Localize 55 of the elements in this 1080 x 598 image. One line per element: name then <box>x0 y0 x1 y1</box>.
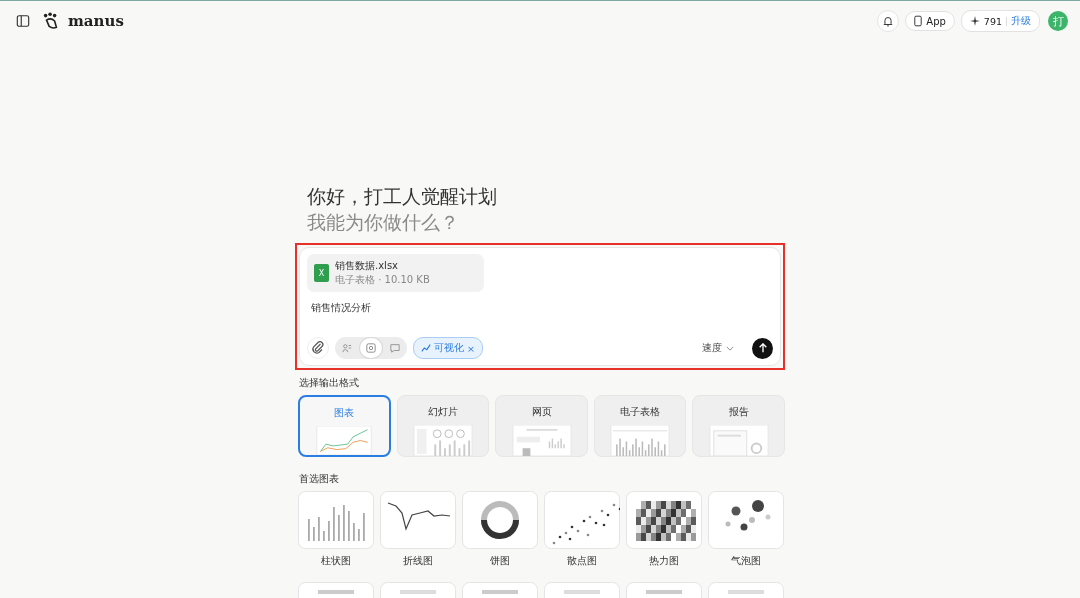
section-title: 选择输出格式 <box>299 377 360 390</box>
format-label: 幻灯片 <box>427 406 458 419</box>
chart-type-label: 饼图 <box>490 555 510 568</box>
phone-icon <box>914 15 923 27</box>
format-card[interactable]: 幻灯片 <box>396 395 490 457</box>
format-card[interactable]: 图表 <box>298 395 391 457</box>
format-card[interactable]: 网页 <box>495 395 588 457</box>
paw-logo-icon <box>42 12 60 30</box>
chart-type-label: 柱状图 <box>321 555 351 568</box>
format-preview-drawing <box>314 426 375 455</box>
arrow-up-icon <box>757 343 768 353</box>
chart-type-label: 热力图 <box>649 555 679 568</box>
chart-preview-drawing[interactable] <box>708 491 784 549</box>
format-label: 电子表格 <box>620 406 661 419</box>
sidebar-toggle-icon[interactable] <box>16 14 30 28</box>
mode-toggle[interactable] <box>360 338 382 358</box>
chevron-down-icon <box>726 345 734 351</box>
upgrade-link[interactable]: 升级 <box>1011 14 1031 28</box>
app-button[interactable]: App <box>905 11 955 31</box>
format-label: 网页 <box>531 406 552 419</box>
format-label: 图表 <box>334 407 355 420</box>
chat-icon <box>390 343 400 353</box>
format-preview-drawing <box>708 425 769 456</box>
chart-type-label: 气泡图 <box>731 555 761 568</box>
chart-type-label: 折线图 <box>403 555 433 568</box>
send-button[interactable] <box>752 337 773 359</box>
file-meta: 电子表格 · 10.10 KB <box>335 273 430 287</box>
format-preview-drawing <box>610 425 671 456</box>
greeting-subtitle: 我能为你做什么？ <box>307 210 460 235</box>
credits-pill[interactable]: 791 升级 <box>960 10 1040 32</box>
chart-preview-drawing[interactable] <box>462 491 538 549</box>
visualize-chip[interactable]: 可视化 × <box>413 337 483 359</box>
chip-remove[interactable]: × <box>467 342 475 354</box>
credits-count: 791 <box>983 15 1002 27</box>
format-card[interactable]: 报告 <box>692 395 785 457</box>
format-label: 报告 <box>728 406 749 419</box>
greeting-title: 你好，打工人觉醒计划 <box>307 184 498 209</box>
format-card[interactable]: 电子表格 <box>593 395 687 457</box>
spreadsheet-file-icon: X <box>314 264 329 282</box>
sparkle-icon <box>969 16 980 26</box>
chart-type-label: 散点图 <box>567 555 597 568</box>
prompt-input[interactable]: 销售情况分析 <box>307 292 773 337</box>
format-preview-drawing <box>511 425 572 456</box>
speed-dropdown[interactable]: 速度 <box>696 340 740 356</box>
file-name: 销售数据.xlsx <box>335 259 399 273</box>
section-title: 首选图表 <box>299 473 340 486</box>
grid-icon <box>366 343 376 353</box>
bell-icon[interactable] <box>877 10 900 32</box>
chip-label: 可视化 <box>434 341 464 355</box>
brand-name: manus <box>68 12 124 30</box>
file-attachment[interactable]: X 销售数据.xlsx 电子表格 · 10.10 KB <box>307 254 484 292</box>
chart-icon <box>421 343 431 353</box>
format-preview-drawing <box>412 425 473 456</box>
chart-preview-drawing[interactable] <box>626 491 702 549</box>
people-icon <box>342 343 352 353</box>
